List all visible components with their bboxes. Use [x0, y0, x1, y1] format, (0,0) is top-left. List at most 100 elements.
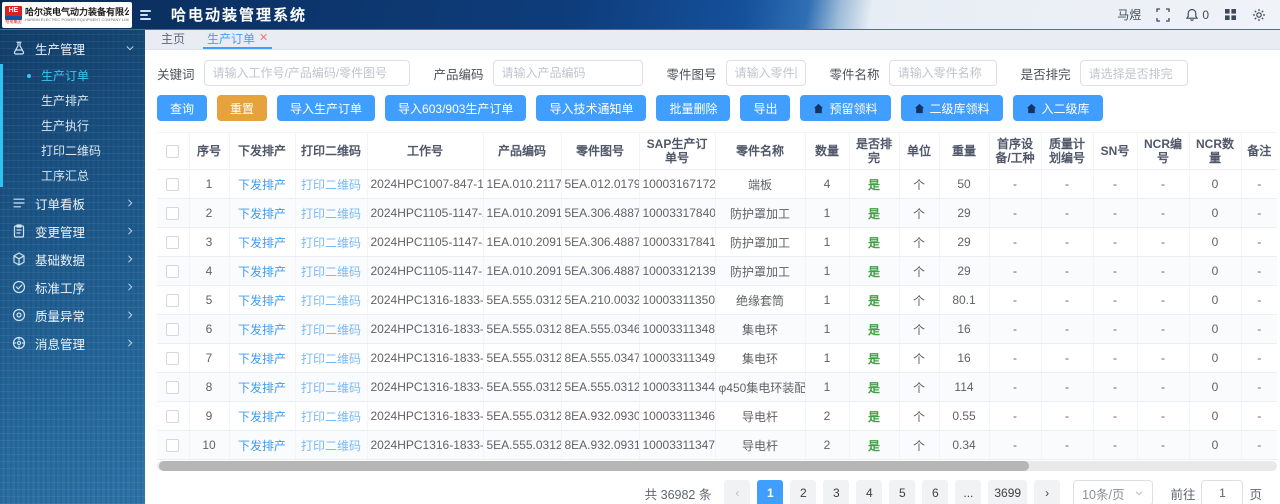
- sidebar-group-item[interactable]: 消息管理: [0, 329, 145, 357]
- filter-input[interactable]: [725, 60, 806, 86]
- row-checkbox[interactable]: [166, 178, 180, 192]
- page-number-button[interactable]: 4: [856, 480, 883, 504]
- send-schedule-link[interactable]: 下发排产: [229, 256, 296, 286]
- print-qrcode-link[interactable]: 打印二维码: [295, 343, 368, 373]
- page-number-button[interactable]: 3699: [988, 480, 1028, 504]
- sidebar-group-item[interactable]: 变更管理: [0, 217, 145, 245]
- print-qrcode-link[interactable]: 打印二维码: [295, 169, 368, 199]
- action-button[interactable]: 导出: [740, 95, 791, 121]
- send-schedule-link[interactable]: 下发排产: [229, 198, 296, 228]
- row-checkbox[interactable]: [166, 323, 180, 337]
- row-checkbox[interactable]: [166, 236, 180, 250]
- action-button[interactable]: 入二级库: [1012, 95, 1103, 121]
- send-schedule-link[interactable]: 下发排产: [229, 314, 296, 344]
- cell-product-code: 1EA.010.2091: [483, 256, 562, 286]
- horizontal-scrollbar[interactable]: [157, 461, 1277, 471]
- cell-product-code: 5EA.555.0312: [483, 285, 562, 315]
- page-number-button[interactable]: 1: [757, 480, 784, 504]
- page-number-button[interactable]: 5: [889, 480, 916, 504]
- column-header: 零件图号: [561, 132, 640, 170]
- action-button[interactable]: 重置: [217, 95, 268, 121]
- send-schedule-link[interactable]: 下发排产: [229, 285, 296, 315]
- action-button[interactable]: 导入技术通知单: [536, 95, 647, 121]
- row-checkbox[interactable]: [166, 439, 180, 453]
- action-button-label: 导出: [753, 101, 778, 116]
- sidebar-collapse-icon[interactable]: [140, 9, 151, 20]
- print-qrcode-link[interactable]: 打印二维码: [295, 227, 368, 257]
- sidebar-submenu: 生产订单 生产排产 生产执行 打印二维码 工序汇总: [0, 62, 145, 189]
- sidebar-subitem[interactable]: 生产执行: [0, 113, 145, 138]
- chevron-icon: [125, 338, 135, 348]
- cell-qty: 1: [805, 372, 850, 402]
- sidebar-group-item[interactable]: 标准工序: [0, 273, 145, 301]
- page-size-select[interactable]: 10条/页: [1073, 480, 1154, 504]
- apps-grid-icon[interactable]: [1224, 8, 1237, 21]
- scrollbar-thumb[interactable]: [159, 461, 1029, 471]
- row-checkbox[interactable]: [166, 265, 180, 279]
- sidebar-group-item[interactable]: 订单看板: [0, 189, 145, 217]
- action-button[interactable]: 批量删除: [656, 95, 731, 121]
- send-schedule-link[interactable]: 下发排产: [229, 401, 296, 431]
- prev-page-button[interactable]: ‹: [724, 480, 751, 504]
- send-schedule-link[interactable]: 下发排产: [229, 227, 296, 257]
- page-number-button[interactable]: ...: [955, 480, 982, 504]
- print-qrcode-link[interactable]: 打印二维码: [295, 256, 368, 286]
- cell-first-device: -: [989, 430, 1042, 460]
- tab[interactable]: 主页: [157, 30, 189, 49]
- settings-gear-icon[interactable]: [1252, 8, 1266, 22]
- cell-sn: -: [1093, 169, 1138, 199]
- filter-input[interactable]: [492, 60, 643, 86]
- row-checkbox[interactable]: [166, 352, 180, 366]
- cell-quality-plan-no: -: [1041, 285, 1094, 315]
- print-qrcode-link[interactable]: 打印二维码: [295, 314, 368, 344]
- print-qrcode-link[interactable]: 打印二维码: [295, 198, 368, 228]
- cell-index: 9: [189, 401, 230, 431]
- user-name[interactable]: 马煜: [1117, 6, 1141, 23]
- row-checkbox[interactable]: [166, 207, 180, 221]
- sidebar-subitem[interactable]: 工序汇总: [0, 163, 145, 188]
- action-button[interactable]: 预留领料: [800, 95, 891, 121]
- page-number-button[interactable]: 6: [922, 480, 949, 504]
- send-schedule-link[interactable]: 下发排产: [229, 430, 296, 460]
- send-schedule-link[interactable]: 下发排产: [229, 372, 296, 402]
- cell-sn: -: [1093, 285, 1138, 315]
- print-qrcode-link[interactable]: 打印二维码: [295, 372, 368, 402]
- page-number-button[interactable]: 3: [823, 480, 850, 504]
- sidebar-group-label: 订单看板: [35, 197, 86, 212]
- filter-select[interactable]: 请选择是否排完: [1079, 60, 1188, 86]
- tab-close-icon[interactable]: ✕: [259, 33, 268, 44]
- goto-page-input[interactable]: [1201, 480, 1244, 504]
- send-schedule-link[interactable]: 下发排产: [229, 169, 296, 199]
- tab[interactable]: 生产订单 ✕: [203, 30, 273, 49]
- action-button[interactable]: 导入生产订单: [277, 95, 376, 121]
- sidebar-group-item[interactable]: 质量异常: [0, 301, 145, 329]
- action-button[interactable]: 查询: [157, 95, 208, 121]
- print-qrcode-link[interactable]: 打印二维码: [295, 401, 368, 431]
- fullscreen-icon[interactable]: [1156, 7, 1170, 22]
- cell-first-device: -: [989, 401, 1042, 431]
- cell-ncr-no: -: [1137, 314, 1190, 344]
- action-button[interactable]: 导入603/903生产订单: [385, 95, 527, 121]
- sidebar-subitem[interactable]: 生产订单: [0, 63, 145, 88]
- cell-ncr-no: -: [1137, 169, 1190, 199]
- row-checkbox[interactable]: [166, 294, 180, 308]
- send-schedule-link[interactable]: 下发排产: [229, 343, 296, 373]
- page-number-button[interactable]: 2: [790, 480, 817, 504]
- next-page-button[interactable]: ›: [1034, 480, 1061, 504]
- filter-input[interactable]: [203, 60, 410, 86]
- sidebar-subitem[interactable]: 生产排产: [0, 88, 145, 113]
- sidebar-group-item[interactable]: 基础数据: [0, 245, 145, 273]
- sidebar-group-label: 质量异常: [35, 309, 86, 324]
- notification-bell-icon[interactable]: 0: [1185, 8, 1209, 22]
- row-checkbox[interactable]: [166, 381, 180, 395]
- print-qrcode-link[interactable]: 打印二维码: [295, 285, 368, 315]
- cell-sap-order-no: 10003311350: [639, 285, 716, 315]
- filter-input[interactable]: [888, 60, 997, 86]
- sidebar-group-item[interactable]: 生产管理: [0, 34, 145, 62]
- cell-first-device: -: [989, 314, 1042, 344]
- print-qrcode-link[interactable]: 打印二维码: [295, 430, 368, 460]
- action-button[interactable]: 二级库领料: [900, 95, 1003, 121]
- select-all-checkbox[interactable]: [166, 145, 180, 159]
- row-checkbox[interactable]: [166, 410, 180, 424]
- sidebar-subitem[interactable]: 打印二维码: [0, 138, 145, 163]
